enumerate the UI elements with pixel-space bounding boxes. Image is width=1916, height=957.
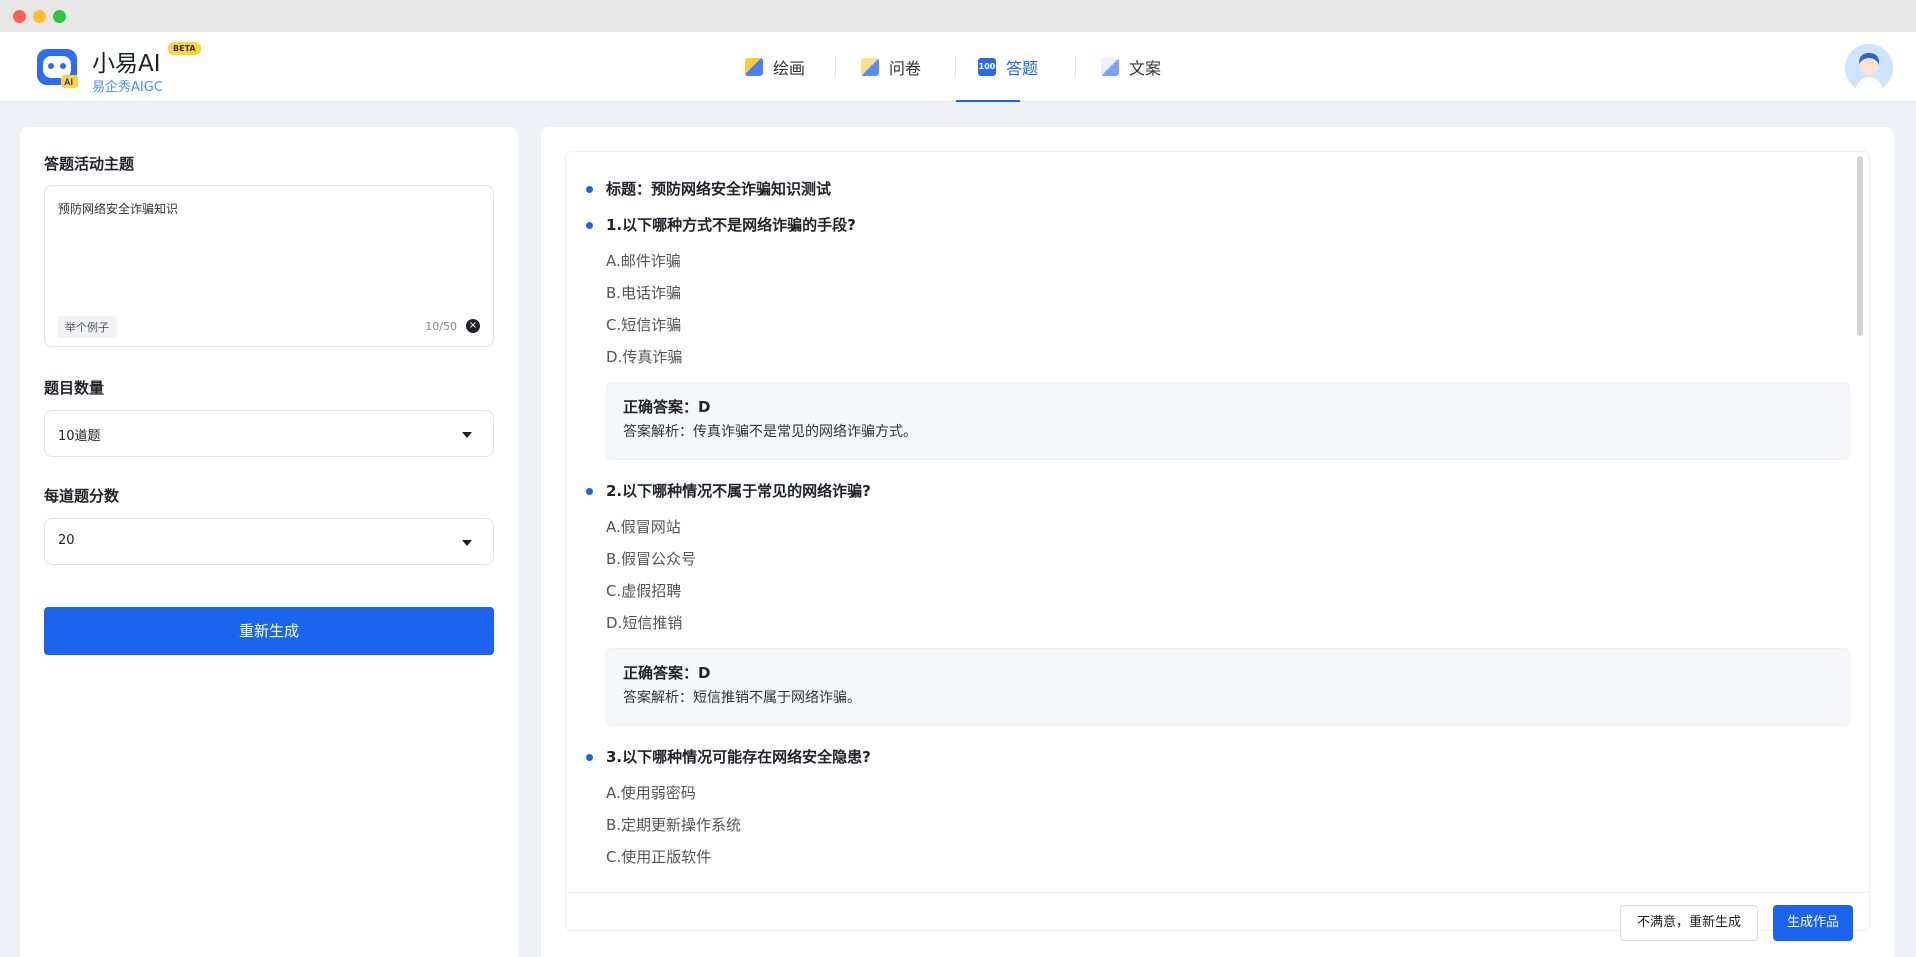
option: A.假冒网站 [606, 518, 681, 536]
tab-copywriting[interactable]: 文案 [1076, 32, 1176, 102]
minimize-window-button[interactable] [33, 10, 46, 23]
correct-answer: 正确答案：D [623, 664, 711, 682]
option: C.虚假招聘 [606, 582, 682, 600]
option: C.短信诈骗 [606, 316, 682, 334]
zoom-window-button[interactable] [53, 10, 66, 23]
result-panel: 标题：预防网络安全诈骗知识测试 1.以下哪种方式不是网络诈骗的手段? A.邮件诈… [541, 127, 1894, 957]
topic-value[interactable]: 预防网络安全诈骗知识 [58, 200, 178, 217]
option: B.电话诈骗 [606, 284, 682, 302]
robot-logo-icon[interactable]: AI [34, 44, 80, 90]
question-1: 1.以下哪种方式不是网络诈骗的手段? [586, 214, 1856, 236]
user-avatar[interactable] [1845, 44, 1893, 92]
chevron-down-icon [462, 540, 472, 546]
settings-panel: 答题活动主题 预防网络安全诈骗知识 举个例子 10/50 × 题目数量 10道题… [20, 127, 518, 957]
vertical-scrollbar[interactable] [1857, 156, 1863, 336]
option: B.定期更新操作系统 [606, 816, 742, 834]
topic-label: 答题活动主题 [44, 155, 135, 173]
option: D.传真诈骗 [606, 348, 683, 366]
brand-subtitle: 易企秀AIGC [92, 80, 163, 95]
close-window-button[interactable] [13, 10, 26, 23]
option: A.使用弱密码 [606, 784, 696, 802]
survey-icon [861, 58, 879, 76]
question-2: 2.以下哪种情况不属于常见的网络诈骗? [586, 480, 1856, 502]
tab-quiz-label: 答题 [1006, 59, 1039, 78]
clear-icon[interactable]: × [466, 319, 480, 333]
generate-work-button[interactable]: 生成作品 [1773, 905, 1853, 941]
brand-name: 小易AI [92, 51, 161, 77]
regenerate-button[interactable]: 重新生成 [44, 607, 494, 655]
tab-quiz[interactable]: 100 答题 [956, 32, 1075, 102]
question-count-value: 10道题 [58, 429, 101, 444]
answer-box: 正确答案：D 答案解析：短信推销不属于网络诈骗。 [606, 648, 1850, 726]
quiz-scroll-area[interactable]: 标题：预防网络安全诈骗知识测试 1.以下哪种方式不是网络诈骗的手段? A.邮件诈… [566, 152, 1856, 894]
option: C.使用正版软件 [606, 848, 712, 866]
question-count-label: 题目数量 [44, 379, 105, 397]
quiz-content-box: 标题：预防网络安全诈骗知识测试 1.以下哪种方式不是网络诈骗的手段? A.邮件诈… [565, 151, 1870, 931]
svg-text:AI: AI [64, 77, 73, 87]
top-header: AI 小易AI BETA 易企秀AIGC 绘画 问卷 100 答题 文案 [0, 32, 1916, 102]
char-counter: 10/50 [425, 320, 457, 333]
question-count-select[interactable]: 10道题 [44, 410, 494, 457]
option: B.假冒公众号 [606, 550, 697, 568]
tab-paint-label: 绘画 [773, 59, 806, 78]
answer-box: 正确答案：D 答案解析：传真诈骗不是常见的网络诈骗方式。 [606, 382, 1850, 460]
answer-explanation: 答案解析：传真诈骗不是常见的网络诈骗方式。 [623, 424, 917, 440]
tab-copywriting-label: 文案 [1129, 59, 1162, 78]
option: D.短信推销 [606, 614, 683, 632]
main-nav: 绘画 问卷 100 答题 文案 [740, 32, 1176, 102]
quiz-icon: 100 [978, 58, 996, 76]
copywriting-icon [1101, 58, 1119, 76]
topic-textarea[interactable]: 预防网络安全诈骗知识 举个例子 10/50 × [44, 185, 494, 347]
tab-paint[interactable]: 绘画 [740, 32, 835, 102]
window-titlebar [0, 0, 1916, 32]
example-chip[interactable]: 举个例子 [57, 316, 117, 338]
option: A.邮件诈骗 [606, 252, 681, 270]
chevron-down-icon [462, 432, 472, 438]
answer-explanation: 答案解析：短信推销不属于网络诈骗。 [623, 690, 861, 706]
paint-icon [745, 58, 763, 76]
correct-answer: 正确答案：D [623, 398, 711, 416]
tab-survey[interactable]: 问卷 [836, 32, 955, 102]
score-select[interactable]: 20 [44, 518, 494, 565]
quiz-title: 标题：预防网络安全诈骗知识测试 [586, 178, 1856, 200]
question-3: 3.以下哪种情况可能存在网络安全隐患? [586, 746, 1856, 768]
beta-badge: BETA [168, 42, 201, 55]
score-label: 每道题分数 [44, 487, 120, 505]
tab-survey-label: 问卷 [889, 59, 922, 78]
unsatisfied-regenerate-button[interactable]: 不满意，重新生成 [1620, 905, 1758, 941]
score-value: 20 [58, 533, 75, 548]
